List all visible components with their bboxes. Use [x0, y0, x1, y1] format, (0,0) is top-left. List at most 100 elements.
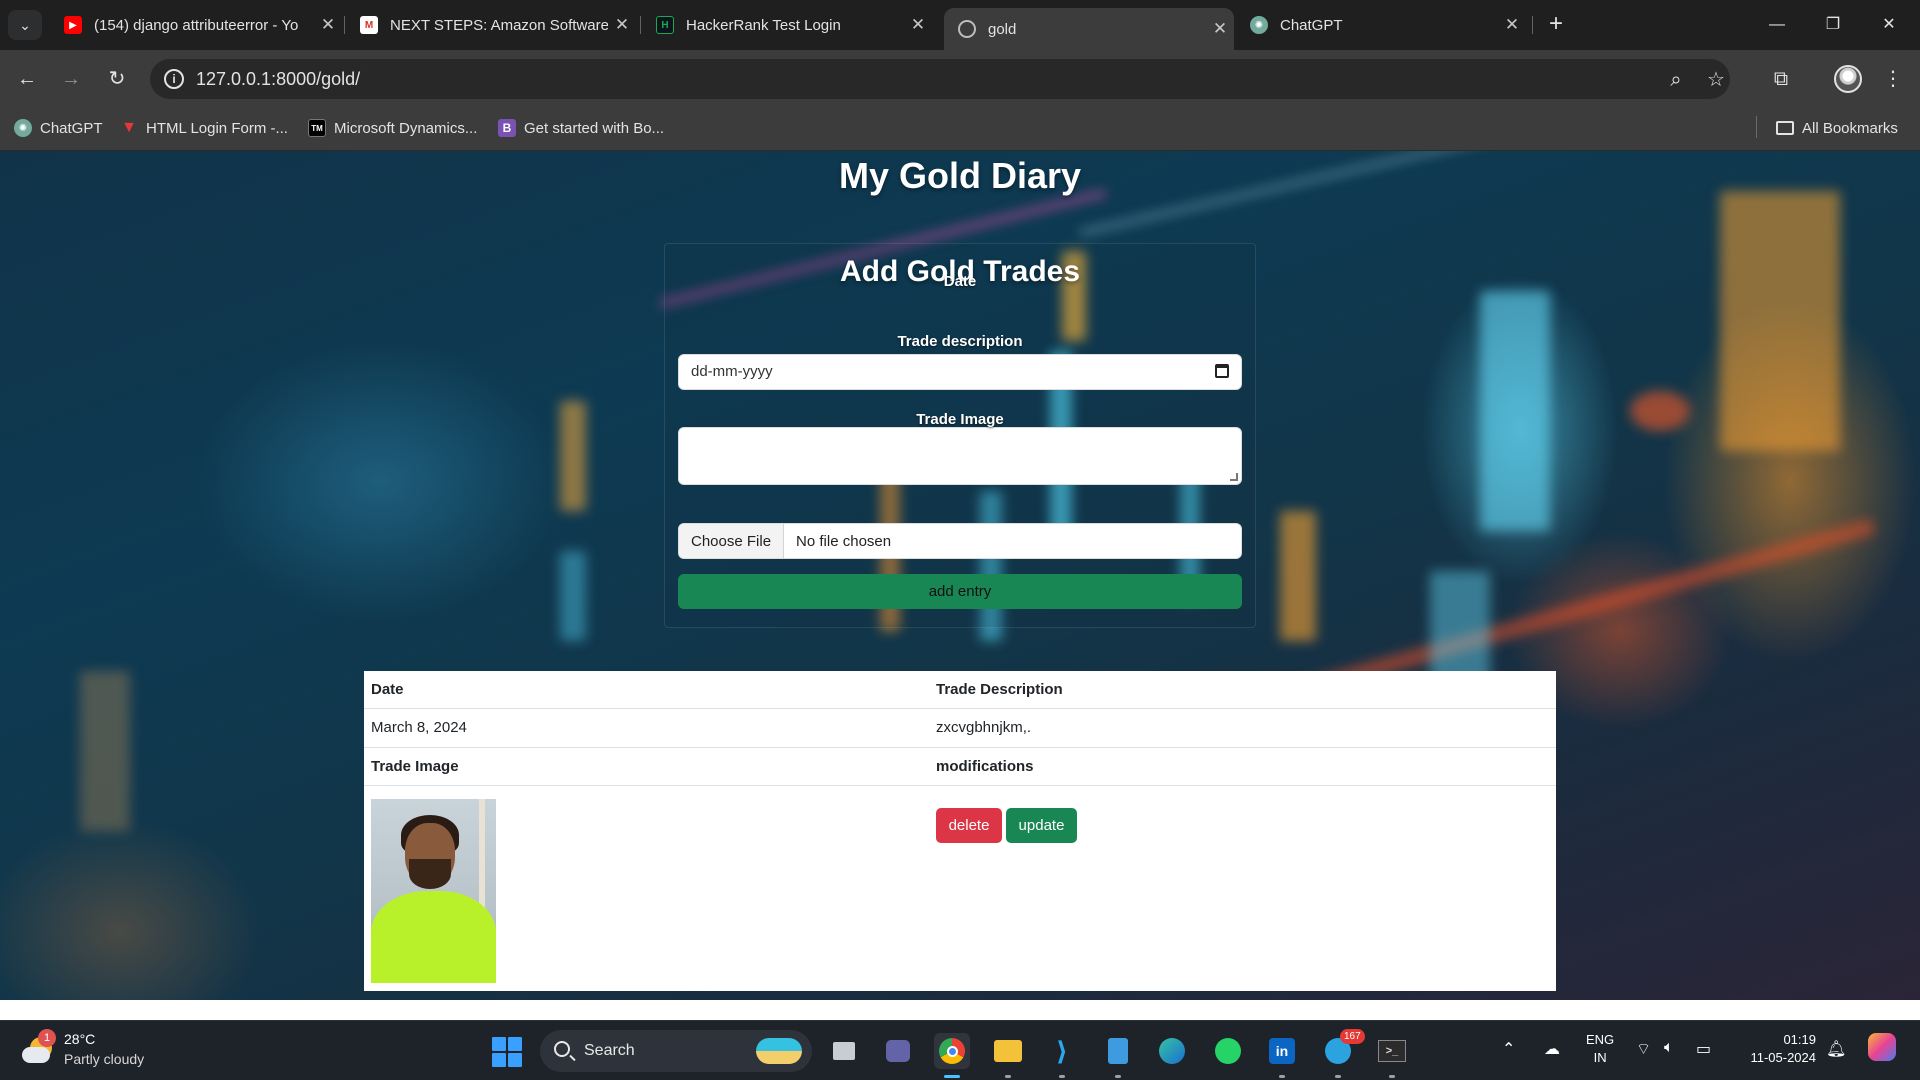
telegram-badge: 167: [1340, 1029, 1365, 1044]
trade-image: [371, 799, 496, 983]
zoom-icon[interactable]: ⌕: [1664, 68, 1688, 92]
forward-button[interactable]: →: [56, 64, 86, 94]
minimize-button[interactable]: —: [1754, 10, 1800, 40]
time-text: 01:19: [1783, 1032, 1816, 1047]
bookmark-html-login[interactable]: ▼ HTML Login Form -...: [120, 116, 288, 140]
add-entry-button[interactable]: add entry: [678, 574, 1242, 609]
weather-description: Partly cloudy: [64, 1051, 145, 1067]
battery-icon[interactable]: ▭: [1696, 1039, 1711, 1059]
all-bookmarks-button[interactable]: All Bookmarks: [1776, 116, 1898, 140]
tab-gmail[interactable]: M NEXT STEPS: Amazon Software ✕: [346, 8, 636, 42]
resize-handle-icon[interactable]: [1230, 473, 1238, 481]
edge-icon[interactable]: [1154, 1033, 1190, 1069]
chevron-down-icon: ⌄: [19, 16, 31, 33]
bookmark-label: HTML Login Form -...: [146, 119, 288, 137]
date-input[interactable]: dd-mm-yyyy: [678, 354, 1242, 390]
description-textarea[interactable]: [678, 427, 1242, 485]
start-button[interactable]: [492, 1037, 522, 1067]
bookmark-chatgpt[interactable]: ✺ ChatGPT: [14, 116, 103, 140]
v-logo-icon: ▼: [121, 119, 137, 136]
language-indicator[interactable]: ENG IN: [1586, 1031, 1614, 1067]
volume-icon[interactable]: 🔈︎: [1664, 1039, 1674, 1057]
table-header-row: Trade Image modifications: [364, 748, 1556, 786]
date-placeholder: dd-mm-yyyy: [691, 363, 773, 380]
delete-button[interactable]: delete: [936, 808, 1002, 843]
youtube-icon: ▶: [64, 16, 82, 34]
tab-title: NEXT STEPS: Amazon Software: [390, 16, 608, 34]
close-icon[interactable]: ✕: [904, 15, 932, 35]
notification-bell-icon[interactable]: 🔔︎: [1826, 1039, 1846, 1059]
search-icon: [554, 1041, 570, 1057]
notepad-icon[interactable]: [1100, 1033, 1136, 1069]
bookmark-dynamics[interactable]: TM Microsoft Dynamics...: [308, 116, 477, 140]
description-label: Trade description: [897, 333, 1023, 350]
site-info-icon[interactable]: i: [164, 69, 184, 89]
taskbar-search[interactable]: Search: [540, 1030, 812, 1072]
temperature-text: 28°C: [64, 1031, 96, 1047]
update-button[interactable]: update: [1006, 808, 1077, 843]
tab-chatgpt[interactable]: ✺ ChatGPT ✕: [1236, 8, 1526, 42]
chatgpt-icon: ✺: [1250, 16, 1268, 34]
whatsapp-icon[interactable]: [1210, 1033, 1246, 1069]
bootstrap-icon: B: [498, 119, 516, 137]
terminal-icon[interactable]: >_: [1374, 1033, 1410, 1069]
description-cell: zxcvgbhnjkm,.: [936, 719, 1032, 736]
cloud-icon: [22, 1047, 50, 1063]
close-icon[interactable]: ✕: [1498, 15, 1526, 35]
bookmark-bootstrap[interactable]: B Get started with Bo...: [498, 116, 664, 140]
clock[interactable]: 01:19 11-05-2024: [1736, 1031, 1816, 1067]
image-file-input[interactable]: Choose File No file chosen: [678, 523, 1242, 559]
close-icon[interactable]: ✕: [1206, 19, 1234, 39]
close-window-button[interactable]: ✕: [1866, 10, 1912, 40]
trades-table: Date Trade Description March 8, 2024 zxc…: [364, 671, 1556, 991]
copilot-icon[interactable]: [1868, 1033, 1896, 1061]
page-viewport: My Gold Diary Add Gold Trades Date dd-mm…: [0, 151, 1920, 1020]
task-view-icon[interactable]: [826, 1033, 862, 1069]
back-button[interactable]: ←: [12, 64, 42, 94]
choose-file-button[interactable]: Choose File: [679, 524, 785, 558]
reload-button[interactable]: ↻: [102, 64, 132, 94]
close-icon[interactable]: ✕: [314, 15, 342, 35]
date-cell: March 8, 2024: [371, 719, 467, 736]
tab-search-button[interactable]: ⌄: [8, 10, 42, 40]
tab-title: (154) django attributeerror - Yo: [94, 16, 299, 34]
file-explorer-icon[interactable]: [990, 1033, 1026, 1069]
date-text: 11-05-2024: [1750, 1050, 1816, 1065]
tab-hackerrank[interactable]: H HackerRank Test Login ✕: [642, 8, 932, 42]
restore-button[interactable]: ❐: [1810, 10, 1856, 40]
tab-title: ChatGPT: [1280, 16, 1343, 34]
taskbar: 1 28°C Partly cloudy Search ⟩ in 167 >_ …: [0, 1020, 1920, 1080]
bookmark-star-icon[interactable]: ☆: [1704, 68, 1728, 92]
onedrive-icon[interactable]: ☁: [1544, 1039, 1560, 1059]
table-row: March 8, 2024 zxcvgbhnjkm,.: [364, 709, 1556, 748]
bookmark-label: Microsoft Dynamics...: [334, 119, 478, 137]
date-header: Date: [371, 681, 404, 698]
address-bar[interactable]: i 127.0.0.1:8000/gold/ ⌕ ☆: [150, 59, 1730, 99]
teams-icon[interactable]: [880, 1033, 916, 1069]
table-header-row: Date Trade Description: [364, 671, 1556, 709]
bookmark-label: ChatGPT: [40, 119, 103, 137]
image-header: Trade Image: [371, 758, 459, 775]
new-tab-button[interactable]: +: [1540, 10, 1572, 40]
search-highlight-icon: [756, 1038, 802, 1064]
close-icon[interactable]: ✕: [608, 15, 636, 35]
tab-youtube[interactable]: ▶ (154) django attributeerror - Yo ✕: [50, 8, 342, 42]
menu-icon[interactable]: ⋮: [1878, 64, 1908, 94]
url-text[interactable]: 127.0.0.1:8000/gold/: [196, 69, 360, 90]
description-header: Trade Description: [936, 681, 1063, 698]
wifi-icon[interactable]: ⌔: [1636, 1039, 1651, 1059]
image-label: Trade Image: [916, 411, 1004, 428]
show-hidden-icons-icon[interactable]: ⌃: [1502, 1039, 1515, 1059]
linkedin-icon[interactable]: in: [1264, 1033, 1300, 1069]
date-label: Date: [943, 273, 977, 290]
chrome-icon[interactable]: [934, 1033, 970, 1069]
tab-gold[interactable]: gold ✕: [944, 8, 1234, 50]
bookmarks-bar: ✺ ChatGPT ▼ HTML Login Form -... TM Micr…: [0, 106, 1920, 151]
folder-icon: [1776, 121, 1794, 135]
tab-title: HackerRank Test Login: [686, 16, 841, 34]
vscode-icon[interactable]: ⟩: [1044, 1033, 1080, 1069]
profile-avatar[interactable]: [1834, 65, 1862, 93]
extensions-icon[interactable]: ⧉: [1766, 64, 1796, 94]
calendar-icon[interactable]: [1215, 364, 1229, 378]
weather-badge: 1: [38, 1029, 56, 1047]
